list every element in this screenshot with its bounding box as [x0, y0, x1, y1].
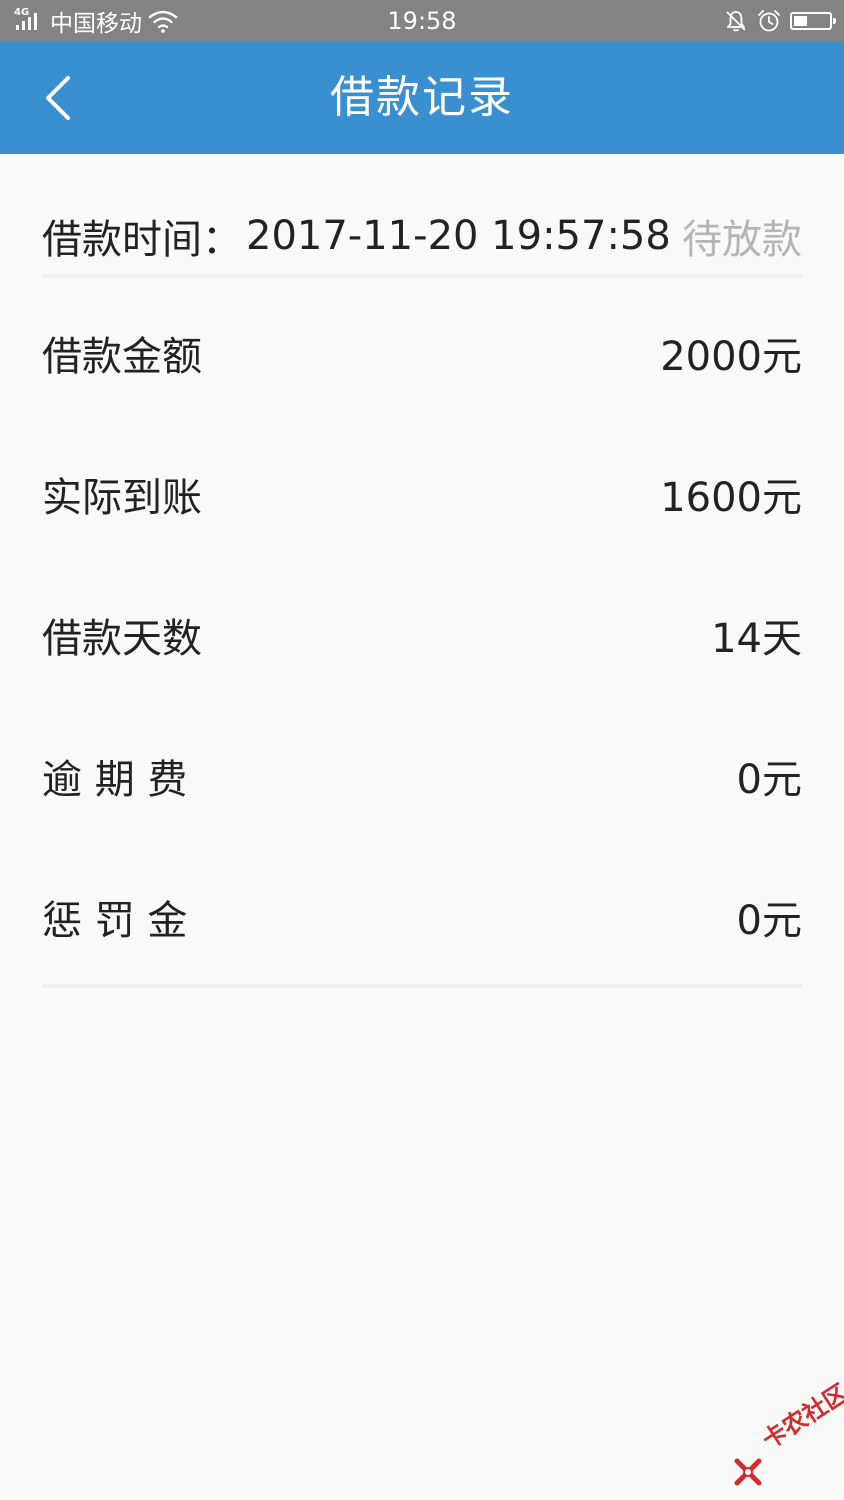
detail-value: 1600元: [660, 474, 802, 521]
detail-row-penalty: 惩 罚 金 0元: [42, 846, 802, 987]
watermark-text: 卡农社区: [757, 1378, 844, 1455]
detail-value: 14天: [711, 615, 802, 662]
watermark-mark-icon: [734, 1458, 762, 1486]
status-bar: 4G 中国移动 19:58: [0, 0, 844, 42]
status-right: [724, 0, 836, 42]
watermark-logo: 卡农社区: [734, 1379, 844, 1486]
detail-label: 惩 罚 金: [42, 897, 188, 944]
detail-list: 借款金额 2000元 实际到账 1600元 借款天数 14天 逾 期 费 0元 …: [42, 282, 802, 987]
loan-time-value: 2017-11-20 19:57:58: [246, 213, 671, 259]
detail-label: 借款金额: [42, 333, 202, 380]
detail-label: 借款天数: [42, 615, 202, 662]
divider-bottom: [42, 984, 802, 988]
page-title: 借款记录: [330, 72, 514, 123]
loan-time-label: 借款时间：: [42, 217, 242, 263]
battery-level: [794, 16, 807, 26]
detail-row-loan-amount: 借款金额 2000元: [42, 282, 802, 423]
detail-label: 逾 期 费: [42, 756, 188, 803]
bell-muted-icon: [726, 11, 746, 32]
status-time: 19:58: [387, 7, 457, 35]
divider-top: [42, 274, 802, 278]
detail-value: 0元: [736, 897, 802, 944]
loan-time-row: 借款时间： 2017-11-20 19:57:58 待放款: [42, 200, 802, 272]
detail-row-loan-days: 借款天数 14天: [42, 564, 802, 705]
title-bar: 借款记录: [0, 42, 844, 154]
detail-label: 实际到账: [42, 474, 202, 521]
battery-icon: [790, 12, 836, 30]
alarm-clock-icon: [758, 10, 780, 32]
detail-row-overdue-fee: 逾 期 费 0元: [42, 705, 802, 846]
detail-value: 0元: [736, 756, 802, 803]
detail-value: 2000元: [660, 333, 802, 380]
loan-status-badge: 待放款: [682, 217, 802, 263]
detail-row-actual-received: 实际到账 1600元: [42, 423, 802, 564]
